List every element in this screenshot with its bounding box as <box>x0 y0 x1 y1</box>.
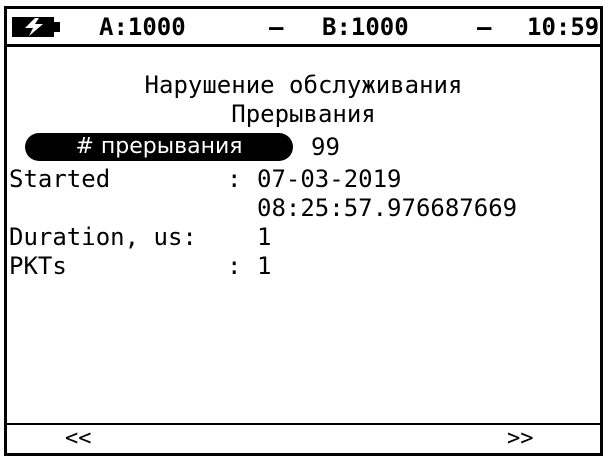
pkts-colon: : <box>227 252 242 280</box>
started-date: 07-03-2019 <box>257 165 402 193</box>
channel-a-counter: A:1000 <box>99 13 186 41</box>
started-time: 08:25:57.976687669 <box>257 194 518 222</box>
channel-b-counter: B:1000 <box>322 13 409 41</box>
pkts-value: 1 <box>257 252 272 280</box>
interruptions-count-button[interactable]: # прерывания <box>25 133 293 161</box>
page-title: Нарушение обслуживания <box>144 71 463 99</box>
page-subtitle: Прерывания <box>231 100 376 128</box>
started-label: Started <box>9 165 111 193</box>
status-bar: A:1000 – B:1000 – 10:59 <box>7 9 600 47</box>
separator: – <box>269 13 284 41</box>
duration-value: 1 <box>257 223 272 251</box>
interruptions-count-value: 99 <box>311 133 340 161</box>
softkey-bar: << >> <box>7 423 600 453</box>
device-screen: A:1000 – B:1000 – 10:59 Нарушение обслуж… <box>4 6 603 456</box>
battery-charging-icon <box>12 17 60 37</box>
separator: – <box>477 13 492 41</box>
main-content: Нарушение обслуживания Прерывания # прер… <box>7 47 600 427</box>
next-page-button[interactable]: >> <box>507 425 534 453</box>
clock-time: 10:59 <box>527 13 600 41</box>
started-colon: : <box>227 165 242 193</box>
previous-page-button[interactable]: << <box>65 425 92 453</box>
pkts-label: PKTs <box>9 252 67 280</box>
duration-label: Duration, us: <box>9 223 197 251</box>
